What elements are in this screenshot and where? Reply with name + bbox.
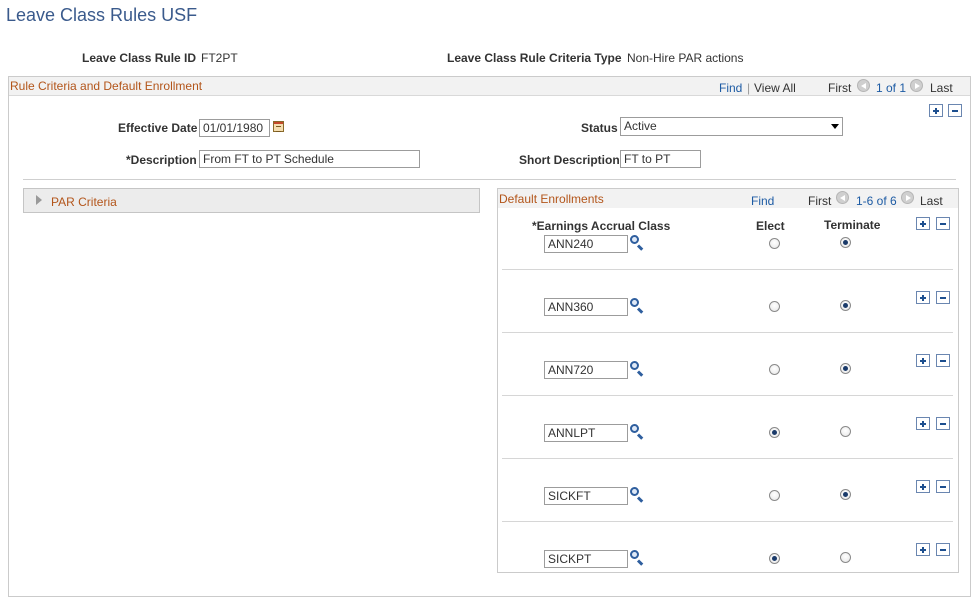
status-value: Active — [624, 119, 657, 133]
magnifier-icon[interactable] — [629, 297, 645, 314]
criteria-type-value: Non-Hire PAR actions — [627, 51, 744, 65]
elect-radio[interactable] — [769, 553, 780, 564]
elect-radio[interactable] — [769, 427, 780, 438]
effective-date-input[interactable]: 01/01/1980 — [199, 119, 270, 137]
description-input[interactable]: From FT to PT Schedule — [199, 150, 420, 168]
expand-triangle-icon — [36, 195, 42, 205]
rule-id-label: Leave Class Rule ID — [82, 51, 197, 65]
row-divider — [502, 395, 953, 396]
delete-row-button[interactable] — [936, 417, 950, 430]
add-rule-button[interactable] — [929, 104, 943, 117]
magnifier-icon[interactable] — [629, 549, 645, 566]
accrual-class-input[interactable]: ANN360 — [544, 298, 628, 316]
enroll-last-label: Last — [920, 194, 943, 208]
row-divider — [502, 521, 953, 522]
last-label: Last — [930, 81, 953, 95]
accrual-class-input[interactable]: SICKFT — [544, 487, 628, 505]
terminate-radio[interactable] — [840, 552, 851, 563]
row-range: 1 of 1 — [876, 81, 907, 95]
previous-icon[interactable] — [857, 79, 870, 92]
short-description-label: Short Description — [519, 153, 620, 167]
first-label: First — [828, 81, 852, 95]
delete-rule-button[interactable] — [948, 104, 962, 117]
enroll-find-link[interactable]: Find — [751, 194, 774, 208]
view-all-link[interactable]: View All — [754, 81, 796, 95]
add-row-button[interactable] — [916, 217, 930, 230]
magnifier-icon[interactable] — [629, 486, 645, 503]
terminate-radio[interactable] — [840, 300, 851, 311]
par-criteria-header[interactable]: PAR Criteria — [23, 188, 480, 213]
enroll-next-icon[interactable] — [901, 191, 914, 204]
calendar-icon[interactable] — [273, 121, 284, 132]
magnifier-icon[interactable] — [629, 234, 645, 251]
row-divider — [502, 269, 953, 270]
row-divider — [502, 458, 953, 459]
rule-id-value: FT2PT — [201, 51, 238, 65]
elect-radio[interactable] — [769, 301, 780, 312]
delete-row-button[interactable] — [936, 354, 950, 367]
delete-row-button[interactable] — [936, 480, 950, 493]
elect-radio[interactable] — [769, 238, 780, 249]
add-row-button[interactable] — [916, 543, 930, 556]
add-row-button[interactable] — [916, 354, 930, 367]
terminate-radio[interactable] — [840, 363, 851, 374]
enroll-row-range: 1-6 of 6 — [856, 194, 897, 208]
elect-radio[interactable] — [769, 364, 780, 375]
default-enrollments-title: Default Enrollments — [499, 192, 604, 206]
terminate-column-header: Terminate — [824, 218, 881, 232]
accrual-class-input[interactable]: ANN240 — [544, 235, 628, 253]
terminate-radio[interactable] — [840, 426, 851, 437]
accrual-class-input[interactable]: ANN720 — [544, 361, 628, 379]
accrual-class-input[interactable]: SICKPT — [544, 550, 628, 568]
add-row-button[interactable] — [916, 480, 930, 493]
magnifier-icon[interactable] — [629, 360, 645, 377]
next-icon[interactable] — [910, 79, 923, 92]
terminate-radio[interactable] — [840, 237, 851, 248]
status-label: Status — [581, 121, 618, 135]
nav-separator: | — [747, 81, 751, 95]
page-title: Leave Class Rules USF — [6, 5, 198, 25]
magnifier-icon[interactable] — [629, 423, 645, 440]
accrual-class-input[interactable]: ANNLPT — [544, 424, 628, 442]
rule-criteria-title: Rule Criteria and Default Enrollment — [10, 79, 203, 93]
row-divider — [502, 332, 953, 333]
criteria-type-label: Leave Class Rule Criteria Type — [447, 51, 622, 65]
description-label: *Description — [126, 153, 197, 167]
par-criteria-title: PAR Criteria — [51, 195, 117, 209]
delete-row-button[interactable] — [936, 217, 950, 230]
terminate-radio[interactable] — [840, 489, 851, 500]
delete-row-button[interactable] — [936, 543, 950, 556]
elect-radio[interactable] — [769, 490, 780, 501]
short-description-input[interactable]: FT to PT — [620, 150, 701, 168]
find-link[interactable]: Find — [719, 81, 742, 95]
status-select[interactable]: Active — [620, 117, 843, 136]
enroll-previous-icon[interactable] — [836, 191, 849, 204]
accrual-class-column-header: *Earnings Accrual Class — [532, 219, 671, 233]
chevron-down-icon — [831, 124, 839, 129]
delete-row-button[interactable] — [936, 291, 950, 304]
add-row-button[interactable] — [916, 291, 930, 304]
effective-date-label: Effective Date — [118, 121, 198, 135]
divider — [23, 179, 956, 180]
enroll-first-label: First — [808, 194, 832, 208]
add-row-button[interactable] — [916, 417, 930, 430]
elect-column-header: Elect — [756, 219, 785, 233]
